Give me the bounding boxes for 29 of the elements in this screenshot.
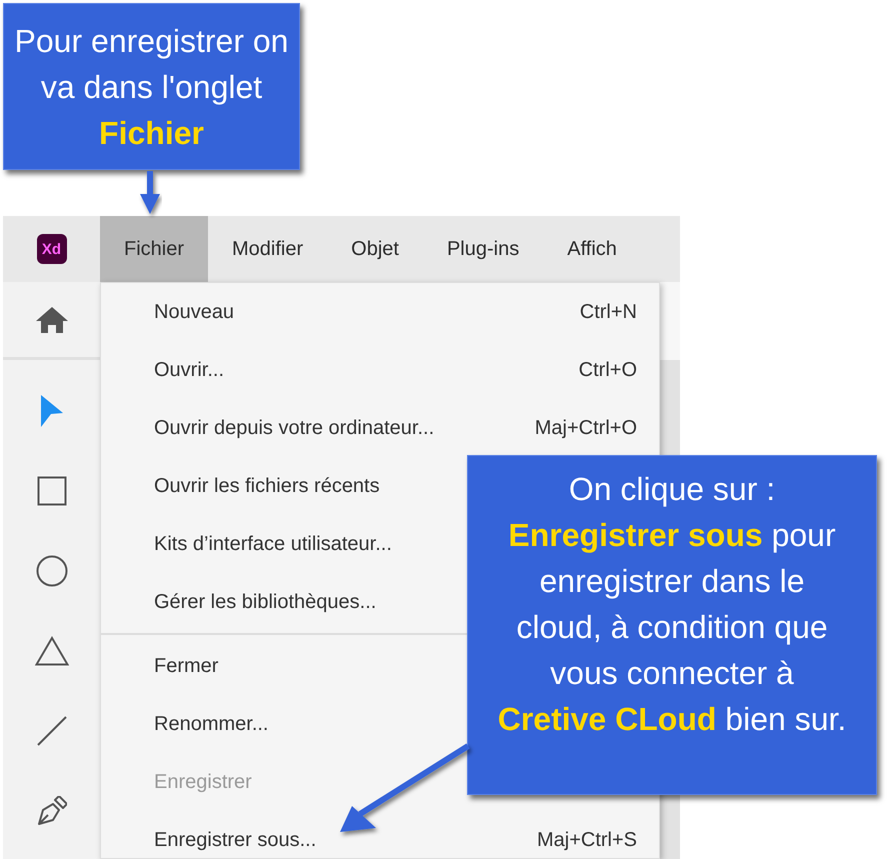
pointer-arrow (140, 171, 160, 214)
menu-item-label: Enregistrer (154, 770, 252, 794)
shortcut-text: Maj+Ctrl+O (534, 416, 637, 440)
menu-item[interactable]: Ouvrir depuis votre ordinateur... Maj+Ctrl+O (101, 399, 659, 457)
menu-item-label: Nouveau (154, 300, 234, 324)
line-icon[interactable] (36, 716, 66, 746)
menu-tab[interactable]: Modifier (208, 216, 328, 282)
shortcut-text: Ctrl+O (578, 358, 637, 382)
circle-icon[interactable] (36, 555, 68, 587)
menu-item-label: Ouvrir depuis votre ordinateur... (154, 416, 434, 440)
triangle-icon[interactable] (34, 636, 68, 666)
app-logo: Xd (36, 234, 66, 264)
menu-tab[interactable]: Plug-ins (422, 216, 544, 282)
menu-item[interactable]: Enregistrer sous... Maj+Ctrl+S (101, 811, 659, 859)
pointer-icon[interactable] (40, 394, 64, 428)
annotation-tooltip: On clique sur : Enregistrer sous pour enregistrer dans le cloud, à condition que vous connecter à Cretive CLoud bien sur. (467, 455, 877, 795)
annotation-tooltip: Pour enregistrer on va dans l'onglet Fichier (3, 3, 300, 170)
menu-item[interactable]: Ouvrir... Ctrl+O (101, 341, 659, 399)
menu-tab[interactable]: Affich (543, 216, 641, 282)
menu-tab[interactable]: Fichier (100, 216, 208, 282)
home-icon[interactable] (34, 306, 68, 334)
pen-icon[interactable] (36, 796, 66, 826)
menu-item-label: Ouvrir... (154, 358, 224, 382)
menu-item[interactable]: Nouveau Ctrl+N (101, 283, 659, 341)
menu-item-label: Enregistrer sous... (154, 828, 316, 852)
rectangle-icon[interactable] (36, 476, 66, 506)
shortcut-text: Ctrl+N (580, 300, 637, 324)
shortcut-text: Maj+Ctrl+S (536, 828, 637, 852)
menu-tab[interactable]: Objet (327, 216, 423, 282)
